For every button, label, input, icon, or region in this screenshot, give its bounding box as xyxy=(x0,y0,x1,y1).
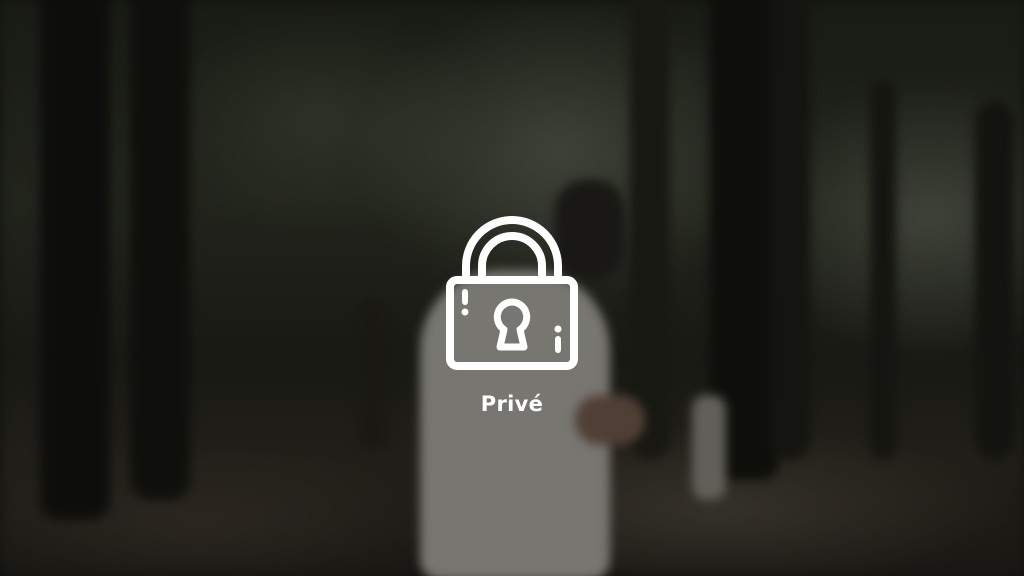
padlock-icon xyxy=(446,216,578,370)
private-indicator: Privé xyxy=(0,0,1024,576)
private-label: Privé xyxy=(480,392,544,416)
private-media-card[interactable]: Privé xyxy=(0,0,1024,576)
